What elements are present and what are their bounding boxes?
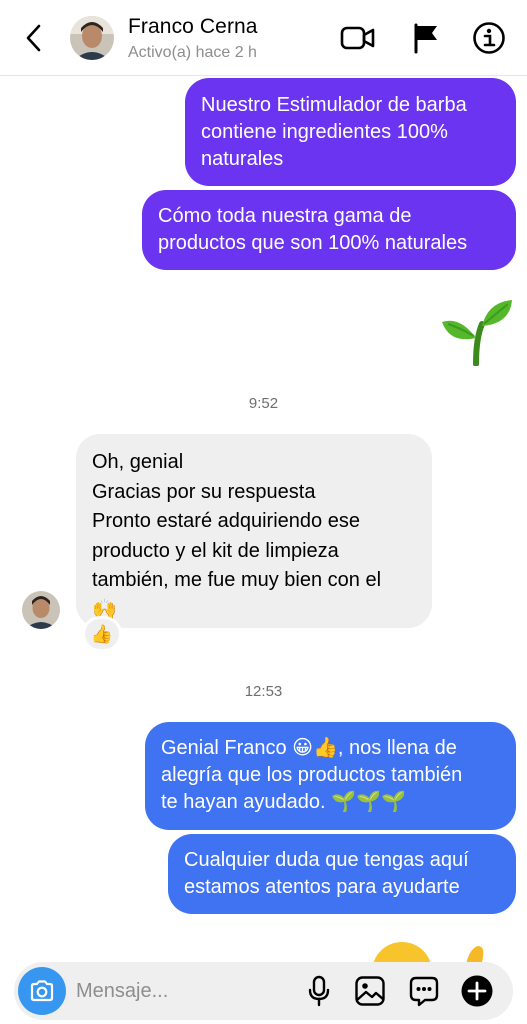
message-text: producto y el kit de limpieza xyxy=(92,539,339,562)
camera-icon[interactable] xyxy=(18,967,66,1015)
outgoing-message[interactable]: Cualquier duda que tengas aquí estamos a… xyxy=(168,834,516,914)
message-text: Pronto estaré adquiriendo ese xyxy=(92,510,360,532)
image-icon[interactable] xyxy=(353,974,387,1008)
message-text: Cómo toda nuestra gama de xyxy=(158,205,412,227)
avatar[interactable] xyxy=(70,16,114,60)
message-text: contiene ingredientes 100% xyxy=(201,121,448,143)
message-text: Nuestro Estimulador de barba xyxy=(201,94,467,116)
message-text: alegría que los productos también xyxy=(161,764,463,786)
reaction-badge[interactable]: 👍 xyxy=(82,616,122,652)
message-text: naturales xyxy=(201,148,284,170)
message-text: Gracias por su respuesta xyxy=(92,480,316,503)
info-icon[interactable] xyxy=(471,20,507,56)
avatar[interactable] xyxy=(22,591,60,629)
plus-icon[interactable] xyxy=(460,974,494,1008)
timestamp: 9:52 xyxy=(248,395,279,412)
outgoing-message[interactable]: Genial Franco 😀👍, nos llena de alegría q… xyxy=(145,722,516,830)
raising-hands-emoji: 🙌 xyxy=(92,598,117,621)
seedling-emoji[interactable] xyxy=(440,298,516,367)
message-text: te hayan ayudado. 🌱🌱🌱 xyxy=(161,791,406,813)
chat-header: Franco Cerna Activo(a) hace 2 h xyxy=(0,0,527,76)
flag-icon[interactable] xyxy=(408,20,444,56)
message-text: también, me fue muy bien con el xyxy=(92,569,382,591)
video-call-icon[interactable] xyxy=(340,20,376,56)
microphone-icon[interactable] xyxy=(302,974,336,1008)
message-text: Cualquier duda que tengas aquí xyxy=(184,849,469,871)
message-composer xyxy=(14,962,513,1020)
back-icon[interactable] xyxy=(18,20,48,56)
partial-emoji-message[interactable] xyxy=(370,938,510,962)
sticker-icon[interactable] xyxy=(407,974,441,1008)
outgoing-message[interactable]: Nuestro Estimulador de barba contiene in… xyxy=(185,78,516,186)
active-status: Activo(a) hace 2 h xyxy=(128,44,257,61)
message-input[interactable] xyxy=(76,974,296,1008)
message-text: Oh, genial xyxy=(92,451,184,473)
timestamp: 12:53 xyxy=(244,683,283,700)
message-text: productos que son 100% naturales xyxy=(158,232,468,254)
message-text: estamos atentos para ayudarte xyxy=(184,876,460,898)
thumbs-up-reaction: 👍 xyxy=(90,624,114,644)
outgoing-message[interactable]: Cómo toda nuestra gama de productos que … xyxy=(142,190,516,270)
contact-name[interactable]: Franco Cerna xyxy=(128,15,258,39)
message-list[interactable]: Nuestro Estimulador de barba contiene in… xyxy=(0,76,527,962)
message-text: Genial Franco 😀👍, nos llena de xyxy=(161,737,457,759)
incoming-message[interactable]: Oh, genial Gracias por su respuesta Pron… xyxy=(76,434,432,628)
